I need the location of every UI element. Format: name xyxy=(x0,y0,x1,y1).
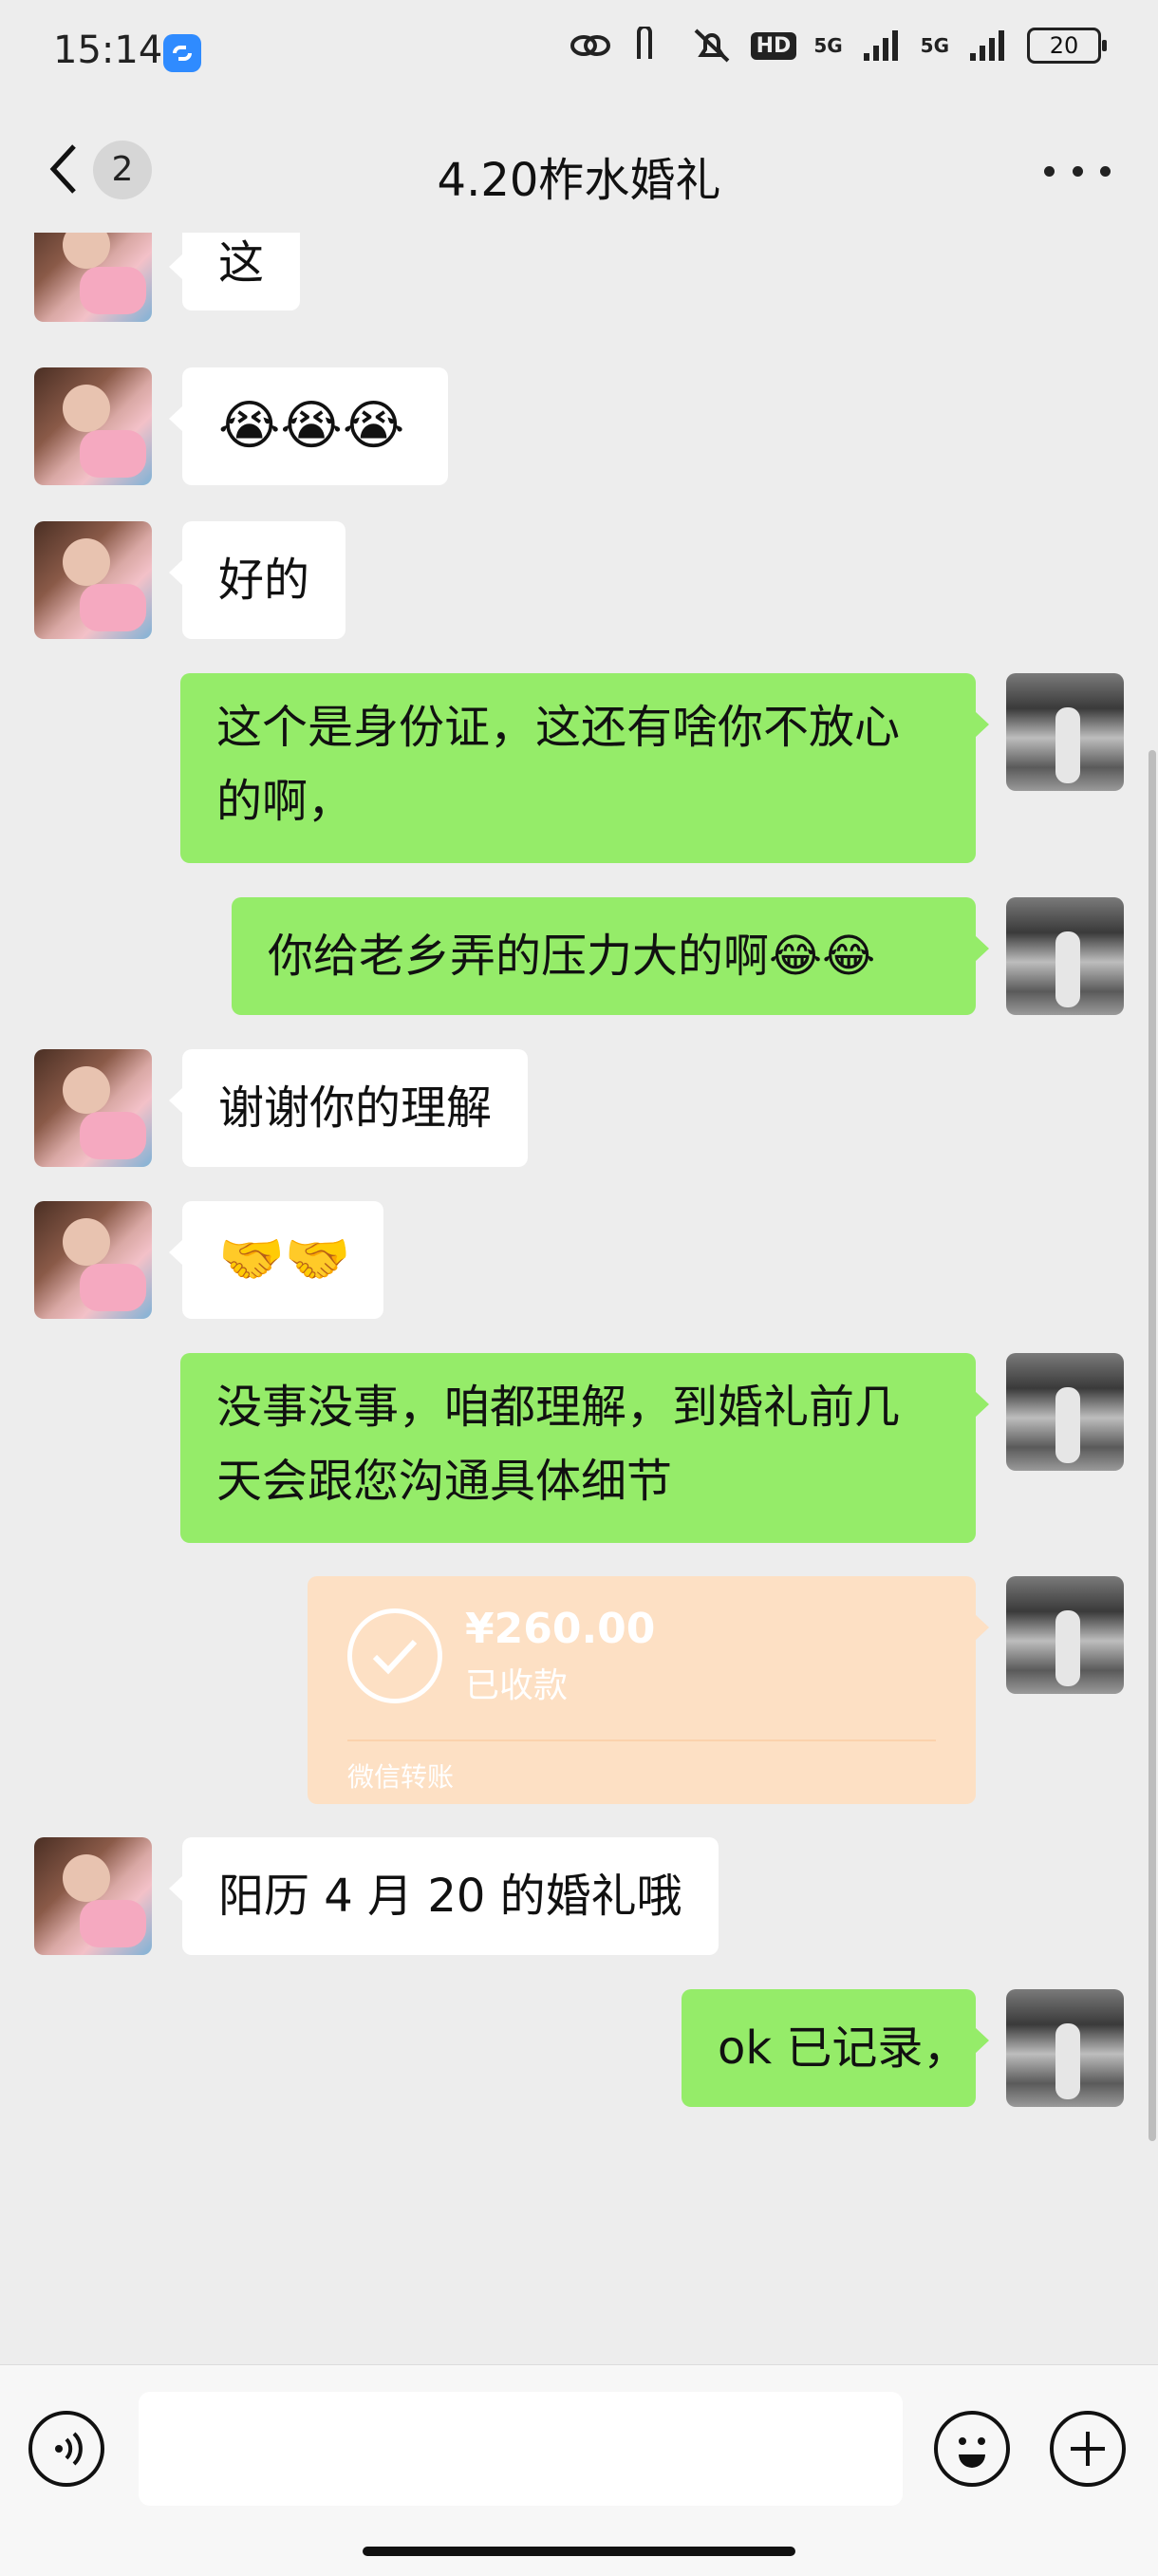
message-bubble-incoming[interactable]: 😭😭😭 xyxy=(169,367,448,485)
input-bar xyxy=(0,2364,1158,2576)
own-avatar[interactable] xyxy=(1006,1576,1124,1694)
status-icons: HD 5G 5G 20 xyxy=(569,27,1107,65)
more-dot xyxy=(1044,165,1055,177)
battery-icon: 20 xyxy=(1027,28,1107,64)
contact-avatar[interactable] xyxy=(34,1201,152,1319)
own-avatar[interactable] xyxy=(1006,897,1124,1015)
smiley-icon xyxy=(959,2437,985,2468)
transfer-card[interactable]: ¥260.00 已收款 微信转账 xyxy=(308,1576,989,1804)
divider xyxy=(347,1739,936,1741)
signal-icon xyxy=(860,27,904,65)
message-bubble-incoming[interactable]: 这 xyxy=(168,233,301,310)
contact-avatar[interactable] xyxy=(34,1837,152,1955)
mute-bell-icon xyxy=(690,27,734,65)
more-options-button[interactable] xyxy=(1044,152,1111,190)
status-time: 15:14 xyxy=(53,28,163,72)
status-bar: 15:14 HD 5G 5G 20 xyxy=(0,0,1158,104)
hd-badge: HD xyxy=(750,31,797,60)
more-dot xyxy=(1072,165,1083,177)
signal-icon xyxy=(966,27,1010,65)
contact-avatar[interactable] xyxy=(34,233,152,322)
message-line: 的啊， xyxy=(216,775,354,828)
network-label-2: 5G xyxy=(920,34,949,57)
chat-title: 4.20柞水婚礼 xyxy=(437,154,721,207)
message-bubble-outgoing[interactable]: 你给老乡弄的压力大的啊😂😂 xyxy=(232,897,989,1015)
message-line: 没事没事，咱都理解，到婚礼前几 xyxy=(216,1381,901,1434)
message-bubble-incoming[interactable]: 谢谢你的理解 xyxy=(168,1049,529,1167)
message-input[interactable] xyxy=(139,2392,903,2506)
message-list[interactable]: 这 😭😭😭 好的 这个是身份证，这还有啥你不放心 的啊， 你给老乡弄的压力大的啊… xyxy=(0,233,1158,2364)
contact-avatar[interactable] xyxy=(34,1049,152,1167)
message-bubble-outgoing[interactable]: ok 已记录， xyxy=(682,1989,989,2107)
more-dot xyxy=(1100,165,1111,177)
message-bubble-outgoing[interactable]: 没事没事，咱都理解，到婚礼前几 天会跟您沟通具体细节 xyxy=(180,1353,989,1543)
link-icon xyxy=(569,27,612,65)
more-functions-button[interactable] xyxy=(1050,2411,1126,2487)
message-line: 这个是身份证，这还有啥你不放心 xyxy=(216,701,901,754)
own-avatar[interactable] xyxy=(1006,1353,1124,1471)
plus-icon xyxy=(1071,2432,1105,2466)
voice-icon xyxy=(55,2432,83,2466)
message-bubble-incoming[interactable]: 好的 xyxy=(168,521,346,639)
scrollbar[interactable] xyxy=(1149,750,1156,2141)
home-indicator xyxy=(363,2547,795,2556)
own-avatar[interactable] xyxy=(1006,1989,1124,2107)
transfer-status: 已收款 xyxy=(465,1666,569,1705)
message-bubble-incoming[interactable]: 🤝🤝 xyxy=(169,1201,383,1319)
emoji-button[interactable] xyxy=(934,2411,1010,2487)
message-bubble-outgoing[interactable]: 这个是身份证，这还有啥你不放心 的啊， xyxy=(180,673,989,863)
contact-avatar[interactable] xyxy=(34,521,152,639)
earbuds-icon xyxy=(629,27,673,65)
message-line: 天会跟您沟通具体细节 xyxy=(216,1455,673,1508)
chat-header: 2 4.20柞水婚礼 xyxy=(0,104,1158,233)
link-app-icon xyxy=(163,34,201,72)
contact-avatar[interactable] xyxy=(34,367,152,485)
network-label-1: 5G xyxy=(813,34,843,57)
transfer-label: 微信转账 xyxy=(347,1761,455,1793)
own-avatar[interactable] xyxy=(1006,673,1124,791)
transfer-amount: ¥260.00 xyxy=(465,1605,656,1653)
check-circle-icon xyxy=(347,1608,442,1703)
voice-input-button[interactable] xyxy=(28,2411,104,2487)
message-bubble-incoming[interactable]: 阳历 4 月 20 的婚礼哦 xyxy=(169,1837,719,1955)
